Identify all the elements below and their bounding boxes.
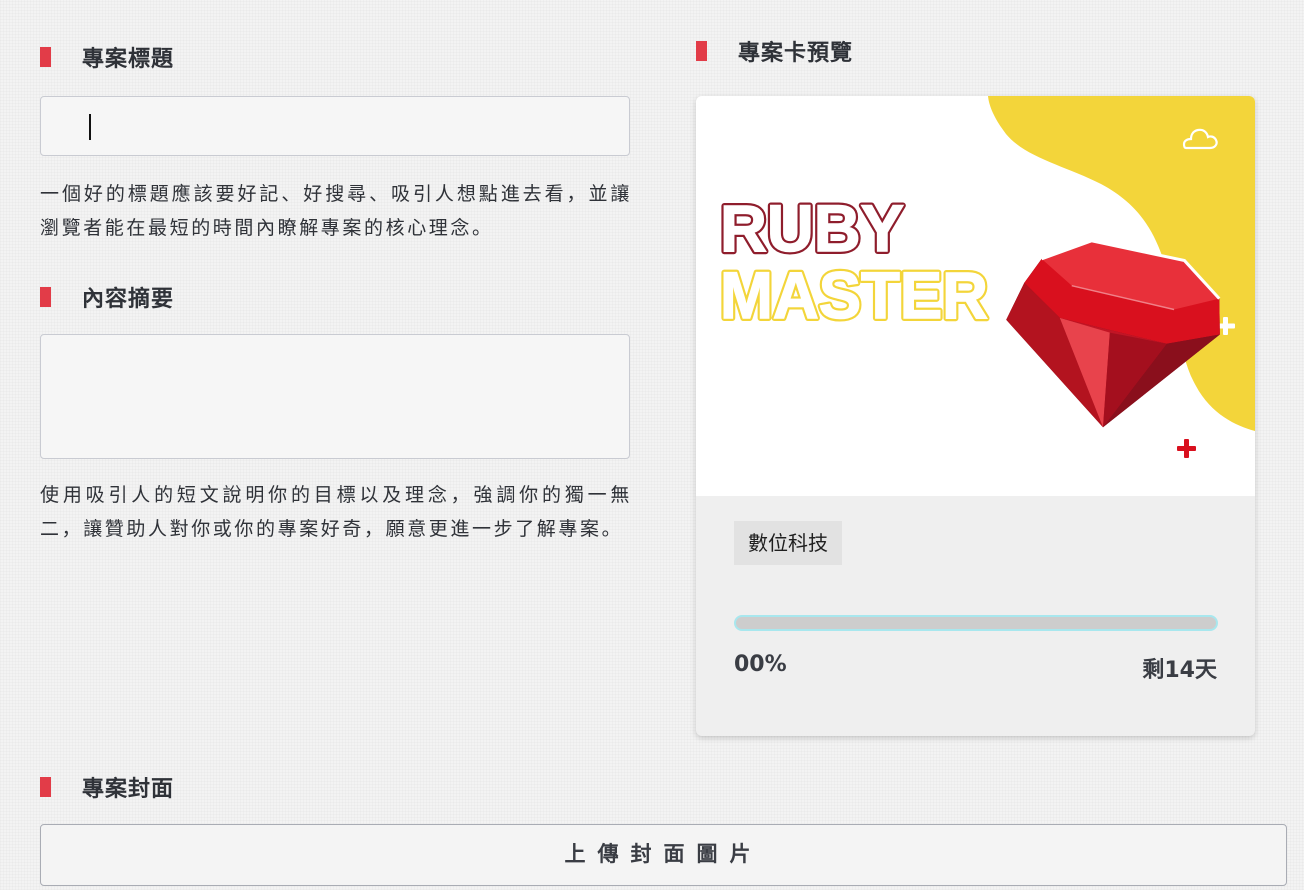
text-caret xyxy=(89,114,91,140)
project-cover-label: 專案封面 xyxy=(82,777,175,802)
category-tag: 數位科技 xyxy=(734,521,842,565)
ruby-logo-text-inner: RUBY xyxy=(720,191,904,265)
card-preview-heading: 專案卡預覽 xyxy=(696,36,853,66)
heading-accent-bar xyxy=(696,41,707,61)
project-preview-card[interactable]: RUBY RUBY MASTER MASTER 數位科技 00% 剩14天 xyxy=(696,96,1255,736)
upload-cover-button[interactable]: 上傳封面圖片 xyxy=(40,824,1287,886)
project-cover-heading: 專案封面 xyxy=(40,772,174,802)
card-preview-label: 專案卡預覽 xyxy=(738,41,854,66)
master-logo-text-inner: MASTER xyxy=(720,258,988,332)
heading-accent-bar xyxy=(40,287,51,307)
project-title-label: 專案標題 xyxy=(82,47,175,72)
funding-progress-bar xyxy=(734,615,1218,631)
project-title-heading: 專案標題 xyxy=(40,42,174,72)
funding-percent: 00% xyxy=(734,652,787,677)
project-title-help-text: 一個好的標題應該要好記、好搜尋、吸引人想點進去看，並讓瀏覽者能在最短的時間內瞭解… xyxy=(40,183,632,239)
days-remaining: 剩14天 xyxy=(1142,658,1217,683)
heading-accent-bar xyxy=(40,47,51,67)
project-title-input[interactable] xyxy=(40,96,630,156)
content-summary-help-text: 使用吸引人的短文說明你的目標以及理念，強調你的獨一無二，讓贊助人對你或你的專案好… xyxy=(40,484,632,540)
content-summary-label: 內容摘要 xyxy=(82,287,175,312)
cover-illustration: RUBY RUBY MASTER MASTER xyxy=(717,96,1255,458)
card-cover-image: RUBY RUBY MASTER MASTER xyxy=(696,96,1255,496)
heading-accent-bar xyxy=(40,777,51,797)
content-summary-heading: 內容摘要 xyxy=(40,282,174,312)
content-summary-textarea[interactable] xyxy=(40,334,630,459)
plus-icon xyxy=(1177,439,1196,458)
